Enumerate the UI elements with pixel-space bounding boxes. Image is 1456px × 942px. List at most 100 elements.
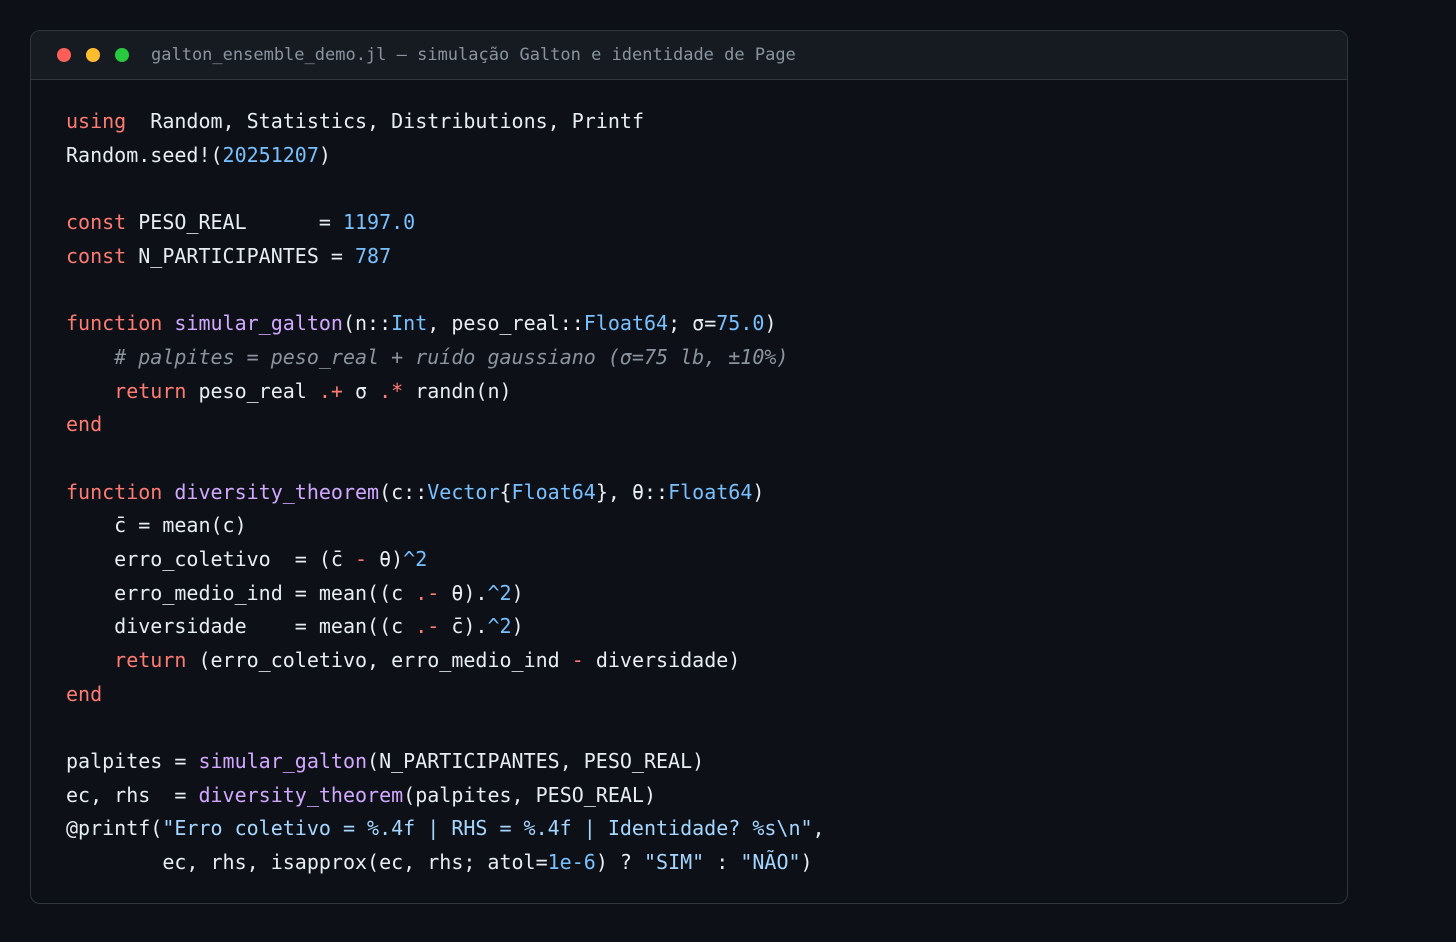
comment-token: # palpites = peso_real + ruído gaussiano… [114, 344, 789, 369]
code-token: (palpites, PESO_REAL) [403, 782, 657, 807]
string-token: "NÃO" [740, 850, 801, 875]
code-token: Random, Statistics, Distributions, Print… [126, 109, 644, 133]
type-token: Float64 [583, 311, 669, 336]
keyword-token: end [66, 412, 103, 437]
number-token: ^2 [487, 580, 512, 605]
code-line: const N_PARTICIPANTES = 787 [66, 240, 825, 274]
code-token: ) [511, 580, 524, 605]
string-token: "Erro coletivo = %.4f | RHS = %.4f | Ide… [162, 816, 813, 841]
code-line: using Random, Statistics, Distributions,… [66, 105, 825, 139]
code-token: : [704, 850, 741, 875]
code-token: c̄). [439, 614, 488, 639]
code-token: , peso_real:: [427, 311, 584, 336]
code-token: ) [800, 850, 813, 875]
code-token: randn(n) [403, 378, 512, 403]
code-token: σ [342, 378, 380, 403]
window-title: galton_ensemble_demo.jl — simulação Galt… [151, 45, 796, 65]
code-token: , [812, 816, 825, 841]
code-line: c̄ = mean(c) [66, 509, 825, 543]
code-token: ) ? [595, 850, 644, 875]
keyword-token: return [114, 378, 187, 403]
code-token: (erro_coletivo, erro_medio_ind [186, 648, 572, 672]
operator-token: .- [415, 580, 440, 605]
code-token: ec, rhs = [66, 782, 199, 807]
code-line: return peso_real .+ σ .* randn(n) [66, 375, 825, 409]
code-line: diversidade = mean((c .- c̄).^2) [66, 610, 825, 644]
code-line: # palpites = peso_real + ruído gaussiano… [66, 341, 825, 375]
code-line: palpites = simular_galton(N_PARTICIPANTE… [66, 745, 825, 779]
function-name-token: diversity_theorem [174, 479, 380, 504]
keyword-token: using [66, 109, 127, 133]
code-line: function simular_galton(n::Int, peso_rea… [66, 307, 825, 341]
keyword-token: function [66, 311, 163, 336]
type-token: Float64 [511, 479, 596, 504]
code-token: Random.seed!( [66, 142, 223, 167]
string-token: "SIM" [643, 850, 705, 875]
keyword-token: const [66, 210, 127, 235]
code-token: }, θ:: [595, 479, 669, 504]
code-line: return (erro_coletivo, erro_medio_ind - … [66, 644, 825, 678]
operator-token: - [571, 648, 584, 672]
code-token: palpites = [66, 749, 199, 774]
keyword-token: function [66, 479, 163, 504]
operator-token: .* [379, 378, 404, 403]
minimize-button[interactable] [86, 48, 100, 62]
code-token: ec, rhs, isapprox(ec, rhs; atol= [66, 850, 548, 875]
code-token: (n:: [342, 311, 392, 336]
type-token: Float64 [668, 479, 753, 504]
code-token: θ). [439, 580, 488, 605]
code-token: peso_real [186, 378, 319, 403]
keyword-token: end [66, 681, 103, 706]
code-token: (c:: [379, 479, 428, 504]
operator-token: .- [415, 614, 440, 639]
number-token: 1e-6 [547, 850, 596, 875]
number-token: 20251207 [222, 142, 319, 167]
type-token: Vector [427, 479, 500, 504]
code-token: c̄ = mean(c) [66, 513, 247, 538]
code-line: function diversity_theorem(c::Vector{Flo… [66, 476, 825, 510]
code-line: ec, rhs = diversity_theorem(palpites, PE… [66, 779, 825, 813]
function-name-token: simular_galton [198, 749, 368, 774]
number-token: 1197.0 [342, 210, 416, 235]
code-line: @printf("Erro coletivo = %.4f | RHS = %.… [66, 812, 825, 846]
number-token: 787 [355, 243, 392, 268]
code-token: erro_coletivo = (c̄ [66, 546, 355, 571]
code-editor[interactable]: using Random, Statistics, Distributions,… [66, 105, 825, 880]
operator-token: .+ [318, 378, 343, 403]
code-token: { [499, 479, 512, 504]
code-token: ) [752, 479, 765, 504]
number-token: ^2 [403, 546, 428, 571]
code-token: diversidade) [583, 648, 741, 672]
code-line: ec, rhs, isapprox(ec, rhs; atol=1e-6) ? … [66, 846, 825, 880]
code-token: ; σ= [668, 311, 717, 336]
code-line: Random.seed!(20251207) [66, 139, 825, 173]
operator-token: - [354, 546, 368, 571]
code-line: erro_coletivo = (c̄ - θ)^2 [66, 543, 825, 577]
code-token: θ) [367, 546, 404, 571]
keyword-token: const [66, 243, 127, 268]
code-token: erro_medio_ind = mean((c [66, 580, 416, 605]
keyword-token: return [114, 648, 187, 672]
function-name-token: diversity_theorem [198, 782, 404, 807]
code-token: PESO_REAL = [126, 210, 343, 235]
code-line: const PESO_REAL = 1197.0 [66, 206, 825, 240]
function-name-token: simular_galton [174, 311, 343, 336]
code-token: ) [318, 142, 331, 167]
title-bar: galton_ensemble_demo.jl — simulação Galt… [31, 31, 1347, 80]
code-token: @printf( [66, 816, 163, 841]
code-token: N_PARTICIPANTES = [126, 243, 355, 268]
close-button[interactable] [57, 48, 71, 62]
maximize-button[interactable] [115, 48, 129, 62]
code-token: ) [511, 614, 524, 639]
type-token: Int [391, 311, 428, 336]
editor-window: galton_ensemble_demo.jl — simulação Galt… [30, 30, 1348, 904]
code-token: (N_PARTICIPANTES, PESO_REAL) [367, 749, 705, 774]
